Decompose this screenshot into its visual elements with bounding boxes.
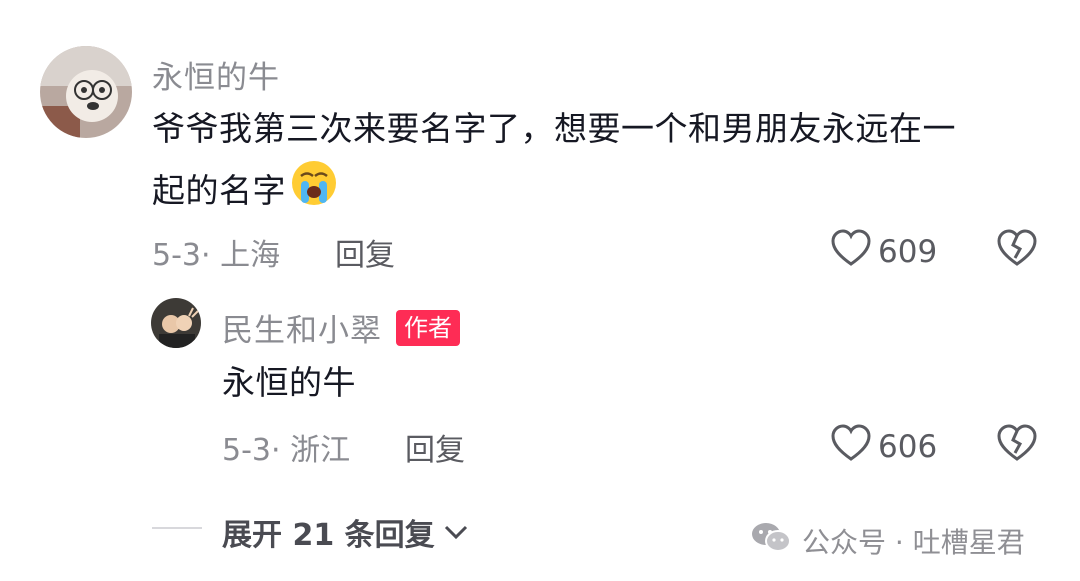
reply-location: 浙江 — [290, 433, 351, 468]
comment-text-line2-text: 起的名字 — [152, 171, 286, 210]
reply-text: 永恒的牛 — [222, 363, 356, 402]
expand-replies-button[interactable]: 展开 21 条回复 — [222, 510, 469, 554]
watermark: 公众号 · 吐槽星君 — [750, 520, 1025, 561]
comment-date: 5-3 — [152, 238, 201, 273]
like-count: 609 — [878, 234, 938, 270]
reply-button[interactable]: 回复 — [335, 230, 395, 274]
reply-reply-button[interactable]: 回复 — [405, 425, 465, 469]
broken-heart-icon — [996, 424, 1038, 467]
comment-text: 爷爷我第三次来要名字了，想要一个和男朋友永远在一 起的名字 — [152, 99, 1052, 226]
commenter-username[interactable]: 永恒的牛 — [152, 52, 280, 97]
reply-avatar[interactable] — [151, 298, 201, 348]
crying-emoji-icon — [290, 159, 338, 226]
reply-dislike-button[interactable] — [996, 423, 1038, 467]
watermark-label: 公众号 · 吐槽星君 — [802, 525, 1025, 559]
reply-like-count: 606 — [878, 429, 938, 465]
heart-outline-icon — [830, 423, 872, 471]
comment-text-line1: 爷爷我第三次来要名字了，想要一个和男朋友永远在一 — [152, 109, 956, 148]
reply-date: 5-3 — [222, 433, 271, 468]
reply-meta: 5-3· 浙江 — [222, 425, 350, 469]
comment-location: 上海 — [220, 238, 281, 273]
reply-header: 民生和小翠 作者 — [222, 305, 460, 350]
comment-meta: 5-3· 上海 — [152, 230, 280, 274]
reply-username[interactable]: 民生和小翠 — [222, 305, 382, 350]
broken-heart-icon — [996, 229, 1038, 272]
like-button[interactable]: 609 — [830, 228, 937, 276]
expand-divider — [152, 527, 202, 529]
comment-text-line2: 起的名字 — [152, 159, 1052, 226]
author-badge: 作者 — [396, 309, 460, 346]
expand-replies-label: 展开 21 条回复 — [222, 518, 435, 553]
reply-like-button[interactable]: 606 — [830, 423, 937, 471]
chevron-down-icon — [443, 515, 469, 550]
meta-separator: · — [201, 238, 211, 273]
wechat-icon — [750, 520, 792, 561]
heart-outline-icon — [830, 228, 872, 276]
commenter-avatar[interactable] — [40, 46, 132, 138]
meta-separator: · — [271, 433, 281, 468]
dislike-button[interactable] — [996, 228, 1038, 272]
